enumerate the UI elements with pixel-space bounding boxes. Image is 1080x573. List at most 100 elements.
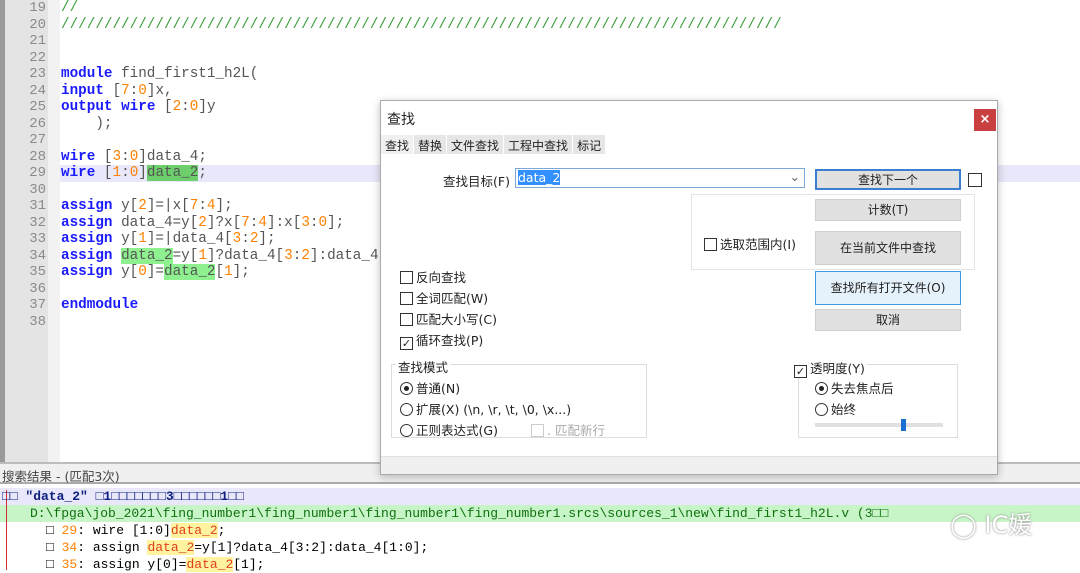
code-token: data_2: [164, 264, 216, 280]
cancel-button[interactable]: 取消: [815, 309, 961, 331]
code-token: 0: [318, 214, 328, 231]
line-number: 28: [29, 148, 46, 165]
mode-extended-radio[interactable]: 扩展(X) (\n, \r, \t, \0, \x...): [400, 399, 571, 418]
code-token: 2: [138, 198, 147, 214]
code-line[interactable]: wire [1:0]data_2;: [61, 165, 207, 182]
code-token: ]: [138, 165, 147, 181]
tab-find-in-project[interactable]: 工程中查找: [504, 135, 574, 155]
code-token: ];: [232, 264, 250, 280]
line-number: 36: [29, 280, 46, 297]
code-token: 3: [232, 231, 242, 247]
code-token: data_4=y[: [112, 214, 199, 231]
code-line[interactable]: assign data_2=y[1]?data_4[3:2]:data_4[1:…: [61, 247, 430, 265]
extra-checkbox[interactable]: [968, 173, 982, 187]
line-number: 35: [29, 264, 46, 280]
code-token: ]y: [198, 99, 216, 115]
find-next-button[interactable]: 查找下一个: [815, 169, 961, 190]
option-checkbox[interactable]: 反向查找: [400, 267, 466, 286]
code-token: assign: [61, 231, 113, 247]
code-line[interactable]: output wire [2:0]y: [61, 99, 216, 116]
code-line[interactable]: assign y[2]=|x[7:4];: [61, 198, 233, 215]
find-all-open-files-button[interactable]: 查找所有打开文件(O): [815, 271, 961, 305]
code-token: 3: [301, 214, 310, 231]
code-line[interactable]: );: [61, 116, 112, 133]
code-token: assign: [61, 214, 113, 231]
line-number: 37: [29, 297, 46, 313]
tab-find[interactable]: 查找: [381, 135, 415, 155]
code-token: [: [95, 165, 113, 181]
results-summary[interactable]: □□ "data_2" □1□□□□□□□3□□□□□□1□□: [2, 488, 244, 505]
chevron-down-icon[interactable]: ⌄: [790, 169, 800, 184]
code-token: ]?data_4[: [206, 247, 285, 264]
search-results-panel[interactable]: 搜索结果 - (匹配3次) □□ "data_2" □1□□□□□□□3□□□□…: [0, 462, 1080, 573]
dot-newline-checkbox[interactable]: . 匹配新行: [531, 420, 605, 439]
find-in-current-file-button[interactable]: 在当前文件中查找: [815, 231, 961, 265]
dialog-title: 查找: [381, 101, 997, 135]
code-token: ]x,: [146, 82, 173, 99]
tab-find-in-files[interactable]: 文件查找: [447, 135, 505, 155]
line-number: 19: [29, 0, 46, 16]
line-number: 20: [29, 16, 46, 33]
on-lose-focus-radio[interactable]: 失去焦点后: [815, 378, 894, 397]
code-token: 1: [198, 247, 207, 264]
count-button[interactable]: 计数(T): [815, 199, 961, 221]
line-number: 33: [29, 231, 46, 247]
code-token: );: [61, 115, 113, 132]
code-line[interactable]: assign y[1]=|data_4[3:2];: [61, 231, 276, 248]
code-line[interactable]: ////////////////////////////////////////…: [61, 17, 782, 34]
option-checkbox[interactable]: ✓ 循环查找(P): [400, 330, 483, 350]
code-line[interactable]: wire [3:0]data_4;: [61, 149, 207, 166]
code-token: 1: [138, 231, 147, 247]
code-line[interactable]: input [7:0]x,: [61, 83, 173, 100]
hit-icon: □: [46, 523, 62, 538]
option-checkbox[interactable]: 全词匹配(W): [400, 288, 488, 307]
code-token: 3: [284, 247, 293, 264]
tab-mark[interactable]: 标记: [573, 135, 607, 155]
mode-normal-radio[interactable]: 普通(N): [400, 378, 460, 397]
find-input[interactable]: data_2 ⌄: [515, 168, 805, 188]
code-token: data_2: [121, 247, 173, 264]
line-number: 24: [29, 82, 46, 99]
code-token: 7: [241, 214, 250, 231]
code-token: 0: [129, 165, 139, 181]
transparency-slider[interactable]: [815, 419, 943, 431]
slider-thumb[interactable]: [901, 419, 907, 431]
code-token: :: [241, 231, 250, 247]
line-number: 32: [29, 214, 46, 231]
code-line[interactable]: module find_first1_h2L(: [61, 66, 258, 83]
in-selection-checkbox[interactable]: 选取范围内(I): [704, 234, 796, 253]
result-hit[interactable]: □ 34: assign data_2=y[1]?data_4[3:2]:dat…: [46, 539, 428, 556]
line-number: 30: [29, 181, 46, 198]
transparency-checkbox[interactable]: ✓ 透明度(Y): [792, 358, 867, 378]
code-line[interactable]: //: [61, 0, 78, 17]
always-radio[interactable]: 始终: [815, 399, 856, 418]
code-token: ];: [327, 214, 345, 231]
code-token: 2: [172, 99, 182, 115]
code-token: y[: [112, 198, 139, 214]
find-input-value: data_2: [518, 170, 561, 185]
code-line[interactable]: endmodule: [61, 297, 138, 314]
close-button[interactable]: ×: [974, 109, 996, 131]
code-token: wire: [121, 99, 156, 115]
result-hit[interactable]: □ 35: assign y[0]=data_2[1];: [46, 556, 264, 573]
code-token: 1: [224, 264, 233, 280]
tab-replace[interactable]: 替换: [414, 135, 448, 155]
option-checkbox[interactable]: 匹配大小写(C): [400, 309, 497, 328]
code-token: ]=|data_4[: [146, 231, 233, 247]
status-strip: [381, 456, 997, 474]
code-token: ];: [215, 198, 233, 214]
code-token: :: [198, 198, 207, 214]
code-token: ]=|x[: [146, 198, 190, 214]
code-token: [: [95, 148, 113, 165]
code-token: [: [155, 99, 173, 115]
code-line[interactable]: assign data_4=y[2]?x[7:4]:x[3:0];: [61, 215, 344, 232]
hit-icon: □: [46, 540, 62, 555]
results-file-path[interactable]: D:\fpga\job_2021\fing_number1\fing_numbe…: [30, 505, 888, 522]
code-token: wire: [61, 148, 96, 165]
line-number: 26: [29, 115, 46, 132]
code-line[interactable]: assign y[0]=data_2[1];: [61, 264, 250, 281]
mode-regex-radio[interactable]: 正则表达式(G): [400, 420, 498, 439]
result-hit[interactable]: □ 29: wire [1:0]data_2;: [46, 522, 225, 539]
